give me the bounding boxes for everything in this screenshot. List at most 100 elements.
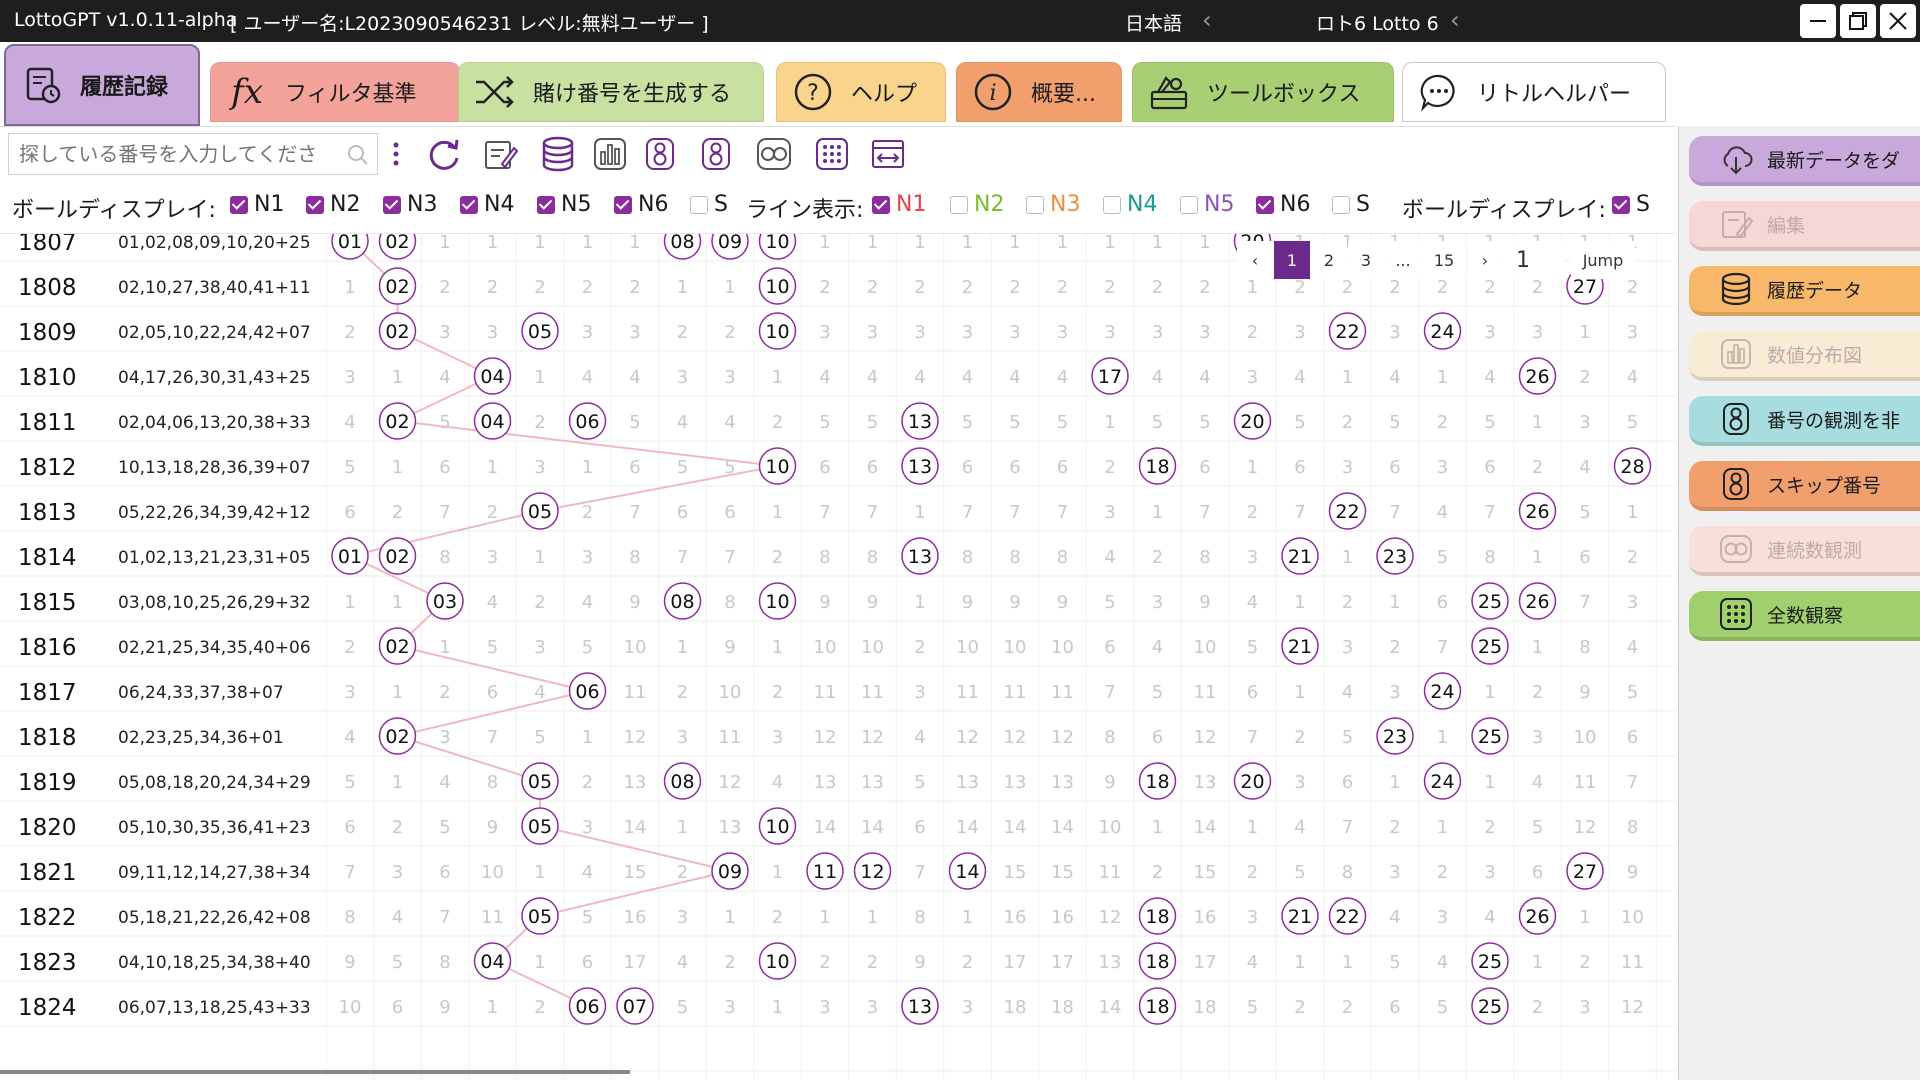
omission-count: 4	[819, 367, 830, 388]
skip-number-icon[interactable]	[696, 134, 736, 174]
checkbox-icon	[1256, 195, 1274, 214]
checkbox-icon	[1332, 195, 1350, 214]
omission-count: 9	[1199, 592, 1210, 613]
omission-count: 3	[677, 907, 688, 928]
refresh-icon[interactable]	[424, 134, 464, 174]
omission-count: 2	[439, 277, 450, 298]
ball-display-n6-checkbox[interactable]: N6	[614, 192, 668, 217]
search-input[interactable]	[9, 134, 339, 174]
page-prev-button[interactable]: ‹	[1237, 241, 1273, 279]
infinity-icon[interactable]	[754, 134, 794, 174]
omission-count: 2	[1389, 817, 1400, 838]
omission-count: 5	[582, 637, 593, 658]
omission-count: 2	[1579, 367, 1590, 388]
line-display-s-checkbox[interactable]: S	[1332, 192, 1370, 217]
download-latest-data-button[interactable]: 最新データをダ	[1689, 136, 1920, 186]
ball-display-n5-checkbox[interactable]: N5	[537, 192, 591, 217]
language-chevron-icon[interactable]: ‹	[1202, 6, 1212, 34]
omission-count: 4	[677, 952, 688, 973]
omission-count: 6	[677, 502, 688, 523]
number-ball-label: 24	[1430, 681, 1454, 703]
close-button[interactable]	[1880, 4, 1916, 38]
ball-display-n3-checkbox[interactable]: N3	[383, 192, 437, 217]
tab-about[interactable]: i 概要...	[956, 62, 1122, 122]
page-next-button[interactable]: ›	[1467, 241, 1503, 279]
tab-toolbox[interactable]: ツールボックス	[1132, 62, 1394, 122]
ball-display-n2-checkbox[interactable]: N2	[306, 192, 360, 217]
draw-number: 1810	[18, 365, 77, 391]
omission-count: 3	[582, 547, 593, 568]
minimize-button[interactable]	[1800, 4, 1836, 38]
checkbox-icon	[950, 195, 968, 214]
line-display-n2-checkbox[interactable]: N2	[950, 192, 1004, 217]
omission-count: 5	[1342, 727, 1353, 748]
line-display-n4-checkbox[interactable]: N4	[1103, 192, 1157, 217]
omission-count: 1	[1294, 682, 1305, 703]
dot-grid-icon[interactable]	[812, 134, 852, 174]
checkbox-icon	[872, 195, 890, 214]
bar-chart-icon[interactable]	[590, 134, 630, 174]
omission-count: 4	[914, 367, 925, 388]
number-eight-icon[interactable]	[640, 134, 680, 174]
right-panel-label: 編集	[1767, 214, 1806, 237]
omission-count: 7	[344, 862, 355, 883]
omission-count: 1	[914, 502, 925, 523]
ball-display-n1-checkbox[interactable]: N1	[230, 192, 284, 217]
language-selector[interactable]: 日本語	[1125, 9, 1182, 36]
omission-count: 14	[1194, 817, 1217, 838]
consecutive-observation-button[interactable]: 連続数観測	[1689, 526, 1920, 576]
draw-numbers: 02,10,27,38,40,41+11	[118, 278, 311, 298]
number-observation-button[interactable]: 番号の観測を非	[1689, 396, 1920, 446]
tab-help[interactable]: ? ヘルプ	[776, 62, 946, 122]
edit-button[interactable]: 編集	[1689, 201, 1920, 251]
column-width-icon[interactable]	[868, 134, 908, 174]
line-display-n3-checkbox[interactable]: N3	[1026, 192, 1080, 217]
page-button[interactable]: 3	[1348, 241, 1384, 279]
history-data-button[interactable]: 履歴データ	[1689, 266, 1920, 316]
page-number-input[interactable]: 1	[1504, 241, 1564, 279]
line-display-n6-checkbox[interactable]: N6	[1256, 192, 1310, 217]
tab-filter-criteria[interactable]: fx フィルタ基準	[210, 62, 460, 122]
more-options-icon[interactable]	[386, 134, 406, 174]
jump-button[interactable]: Jump	[1571, 241, 1635, 279]
omission-count: 6	[1627, 727, 1638, 748]
ball-display-2-s-checkbox[interactable]: S	[1612, 192, 1650, 217]
checkbox-label: S	[1356, 192, 1370, 217]
omission-count: 13	[814, 772, 837, 793]
ball-display-s-checkbox[interactable]: S	[690, 192, 728, 217]
omission-count: 5	[392, 952, 403, 973]
number-ball-label: 25	[1478, 636, 1502, 658]
tab-generate-numbers[interactable]: 賭け番号を生成する	[458, 62, 764, 122]
restore-button[interactable]	[1840, 4, 1876, 38]
number-ball-label: 12	[860, 861, 884, 883]
skip-number-button[interactable]: スキップ番号	[1689, 461, 1920, 511]
game-selector[interactable]: ロト6 Lotto 6	[1316, 9, 1439, 36]
distribution-chart-button[interactable]: 数値分布図	[1689, 331, 1920, 381]
omission-count: 1	[392, 457, 403, 478]
omission-count: 3	[819, 322, 830, 343]
game-chevron-icon[interactable]: ‹	[1450, 6, 1460, 34]
page-button[interactable]: 1	[1274, 241, 1310, 279]
line-display-n5-checkbox[interactable]: N5	[1180, 192, 1234, 217]
omission-count: 1	[534, 547, 545, 568]
number-ball-label: 08	[670, 234, 694, 253]
database-icon[interactable]	[538, 134, 578, 174]
omission-count: 7	[819, 502, 830, 523]
search-icon[interactable]	[347, 144, 369, 166]
page-button[interactable]: 15	[1422, 241, 1466, 279]
full-observation-button[interactable]: 全数観察	[1689, 591, 1920, 641]
omission-count: 5	[1199, 412, 1210, 433]
horizontal-scrollbar[interactable]	[0, 1070, 630, 1074]
omission-count: 1	[1199, 234, 1210, 253]
omission-count: 13	[956, 772, 979, 793]
omission-count: 1	[1579, 907, 1590, 928]
line-display-n1-checkbox[interactable]: N1	[872, 192, 926, 217]
tab-history-record[interactable]: 履歴記録	[4, 44, 200, 126]
tab-little-helper[interactable]: リトルヘルパー	[1402, 62, 1666, 122]
number-ball-label: 21	[1288, 546, 1312, 568]
omission-count: 3	[392, 862, 403, 883]
ball-display-n4-checkbox[interactable]: N4	[460, 192, 514, 217]
omission-count: 2	[867, 952, 878, 973]
page-button[interactable]: 2	[1311, 241, 1347, 279]
edit-icon[interactable]	[480, 134, 520, 174]
